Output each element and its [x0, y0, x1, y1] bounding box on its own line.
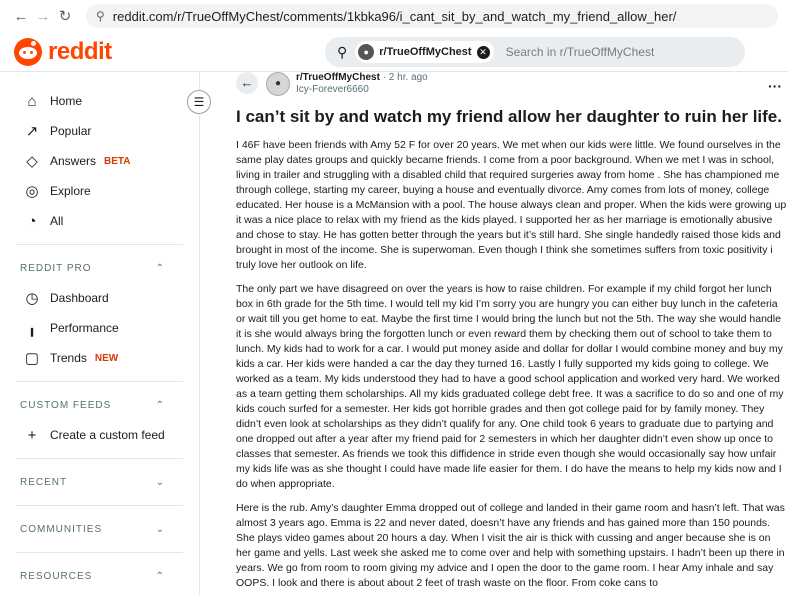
subreddit-link[interactable]: r/TrueOffMyChest	[296, 72, 380, 83]
sidebar-item-label: All	[50, 214, 64, 228]
section-title: RESOURCES	[20, 570, 93, 582]
sidebar-item-label: Answers	[50, 154, 97, 168]
sidebar-item-explore[interactable]: ◎ Explore	[0, 176, 199, 206]
section-recent[interactable]: RECENT ⌄	[0, 467, 199, 497]
home-icon: ⌂	[27, 92, 37, 110]
sidebar-item-trends[interactable]: ▢ Trends NEW	[0, 343, 199, 373]
new-badge: NEW	[94, 352, 119, 364]
divider	[16, 381, 183, 382]
reddit-snoo-icon	[14, 38, 42, 66]
sidebar-item-dashboard[interactable]: ◷ Dashboard	[0, 283, 199, 313]
section-title: RECENT	[20, 476, 68, 488]
post-meta-text: r/TrueOffMyChest · 2 hr. ago Icy-Forever…	[296, 72, 428, 96]
plus-icon: +	[27, 426, 37, 444]
divider	[16, 244, 183, 245]
section-custom-feeds[interactable]: CUSTOM FEEDS ⌃	[0, 390, 199, 420]
post-paragraph: The only part we have disagreed on over …	[236, 283, 784, 490]
chevron-down-icon: ⌄	[155, 476, 165, 488]
subreddit-search-chip[interactable]: ● r/TrueOffMyChest ✕	[355, 41, 494, 63]
reddit-logo[interactable]: reddit	[14, 38, 112, 66]
divider	[16, 458, 183, 459]
sidebar-item-label: Explore	[50, 184, 91, 198]
post-paragraph: Here is the rub. Amy’s daughter Emma dro…	[236, 502, 785, 589]
section-title: CUSTOM FEEDS	[20, 399, 112, 411]
subreddit-avatar-icon: ●	[358, 44, 375, 60]
post: ← ● r/TrueOffMyChest · 2 hr. ago Icy-For…	[236, 72, 788, 600]
chevron-down-icon: ⌄	[155, 523, 165, 535]
divider	[16, 505, 183, 506]
divider	[16, 552, 183, 553]
author-link[interactable]: Icy-Forever6660	[296, 84, 428, 96]
post-title: I can’t sit by and watch my friend allow…	[236, 107, 782, 126]
section-reddit-pro[interactable]: REDDIT PRO ⌃	[0, 253, 199, 283]
subreddit-avatar-icon[interactable]: ●	[266, 72, 290, 96]
site-settings-icon[interactable]: ⚲	[96, 9, 105, 23]
section-communities[interactable]: COMMUNITIES ⌄	[0, 514, 199, 544]
beta-badge: BETA	[104, 155, 131, 167]
browser-toolbar: ← → ↻ ⚲ reddit.com/r/TrueOffMyChest/comm…	[0, 0, 788, 32]
create-custom-feed-button[interactable]: + Create a custom feed	[0, 420, 199, 450]
section-resources[interactable]: RESOURCES ⌃	[0, 561, 199, 591]
left-sidebar: ☰ ⌂ Home ↗ Popular ◇ Answers BETA ◎ Expl…	[0, 72, 211, 595]
post-time: · 2 hr. ago	[382, 72, 428, 83]
back-arrow-icon[interactable]: ←	[10, 8, 32, 25]
post-paragraph: I 46F have been friends with Amy 52 F fo…	[236, 139, 787, 271]
bar-chart-icon: ╻	[27, 320, 37, 337]
close-icon[interactable]: ✕	[476, 45, 490, 59]
trends-icon: ▢	[24, 350, 40, 367]
menu-icon[interactable]: ☰	[187, 90, 211, 114]
sidebar-item-label: Trends	[50, 351, 87, 365]
sidebar-item-all[interactable]: ◔ All	[0, 206, 199, 236]
sidebar-item-label: Create a custom feed	[50, 428, 165, 442]
search-input[interactable]: Search in r/TrueOffMyChest	[506, 45, 655, 59]
sidebar-item-performance[interactable]: ╻ Performance	[0, 313, 199, 343]
popular-icon: ↗	[25, 123, 39, 140]
post-meta: ← ● r/TrueOffMyChest · 2 hr. ago Icy-For…	[236, 72, 788, 106]
sidebar-item-label: Performance	[50, 321, 119, 335]
chevron-up-icon: ⌃	[155, 570, 165, 582]
search-icon: ⚲	[337, 43, 348, 60]
explore-icon: ◎	[25, 183, 39, 200]
post-body: I 46F have been friends with Amy 52 F fo…	[236, 138, 788, 591]
sidebar-item-answers[interactable]: ◇ Answers BETA	[0, 146, 199, 176]
more-options-icon[interactable]: ···	[768, 78, 782, 94]
forward-arrow-icon[interactable]: →	[32, 8, 54, 25]
all-icon: ◔	[27, 212, 37, 230]
reload-icon[interactable]: ↻	[54, 7, 76, 25]
chip-label: r/TrueOffMyChest	[379, 46, 472, 58]
chevron-up-icon: ⌃	[155, 399, 165, 411]
search-bar[interactable]: ⚲ ● r/TrueOffMyChest ✕ Search in r/TrueO…	[325, 37, 745, 67]
address-bar[interactable]: ⚲ reddit.com/r/TrueOffMyChest/comments/1…	[86, 4, 778, 28]
sidebar-item-label: Dashboard	[50, 291, 109, 305]
dashboard-icon: ◷	[25, 290, 39, 307]
sidebar-item-popular[interactable]: ↗ Popular	[0, 116, 199, 146]
url-text: reddit.com/r/TrueOffMyChest/comments/1kb…	[112, 8, 677, 24]
sidebar-item-home[interactable]: ⌂ Home	[0, 86, 199, 116]
logo-text: reddit	[48, 38, 112, 65]
sidebar-item-label: Home	[50, 94, 83, 108]
chevron-up-icon: ⌃	[155, 262, 165, 274]
back-icon[interactable]: ←	[236, 72, 258, 94]
section-title: REDDIT PRO	[20, 262, 92, 274]
sidebar-item-label: Popular	[50, 124, 92, 138]
reddit-header: reddit ⚲ ● r/TrueOffMyChest ✕ Search in …	[0, 32, 788, 72]
section-title: COMMUNITIES	[20, 523, 103, 535]
answers-icon: ◇	[26, 153, 38, 170]
